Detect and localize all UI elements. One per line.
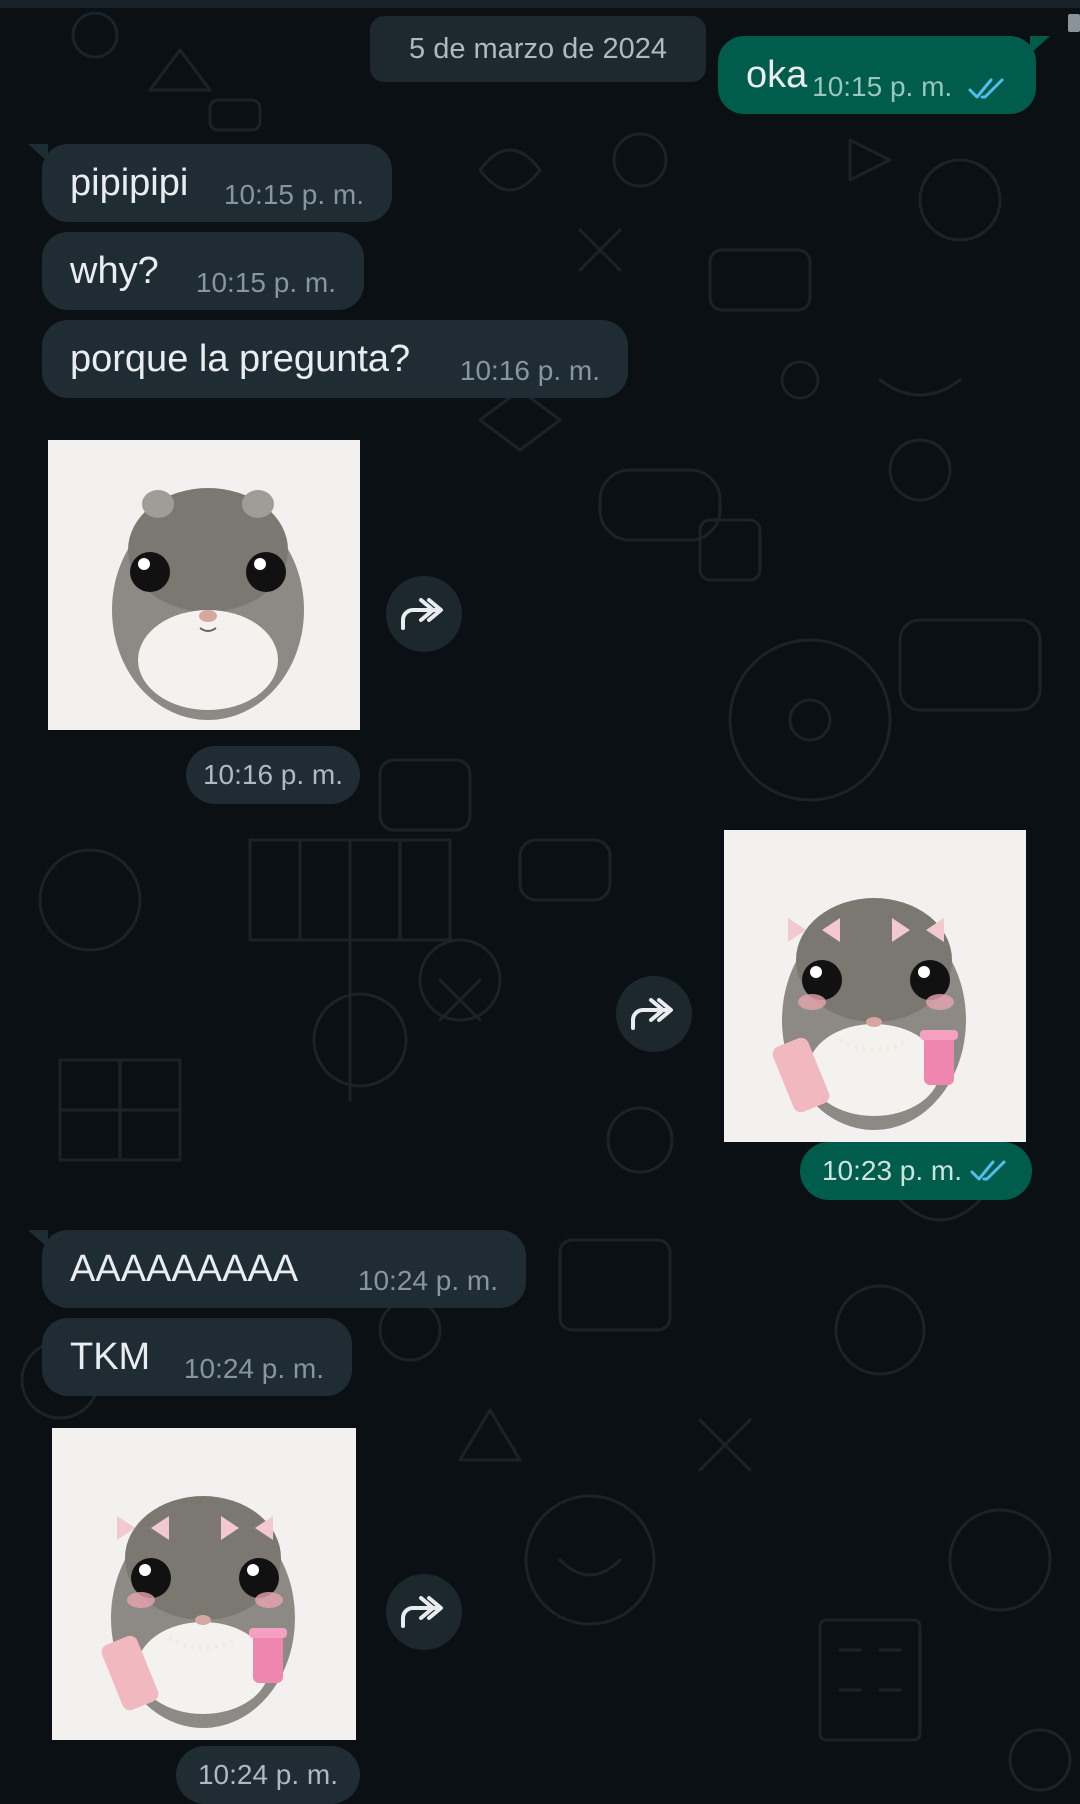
forward-arrow-icon bbox=[401, 598, 443, 630]
message-bubble-incoming[interactable]: pipipipi 10:15 p. m. bbox=[28, 144, 392, 222]
message-time: 10:16 p. m. bbox=[459, 355, 600, 386]
sticker-image[interactable] bbox=[48, 440, 360, 730]
message-bubble-outgoing[interactable]: oka 10:15 p. m. bbox=[718, 36, 1050, 114]
sticker-image[interactable] bbox=[52, 1428, 356, 1740]
sticker-time: 10:23 p. m. bbox=[800, 1142, 1032, 1200]
message-time: 10:24 p. m. bbox=[357, 1265, 498, 1296]
date-separator: 5 de marzo de 2024 bbox=[370, 16, 706, 82]
forward-arrow-icon bbox=[401, 1596, 443, 1628]
message-bubble-incoming[interactable]: porque la pregunta? 10:16 p. m. bbox=[42, 320, 628, 398]
message-time: 10:15 p. m. bbox=[812, 47, 1008, 103]
message-text: TKM bbox=[70, 1335, 151, 1378]
message-text: oka bbox=[746, 53, 808, 96]
scrollbar-thumb[interactable] bbox=[1068, 14, 1080, 32]
sticker-time: 10:16 p. m. bbox=[186, 746, 360, 804]
forward-button[interactable] bbox=[386, 1574, 462, 1650]
forward-arrow-icon bbox=[631, 998, 673, 1030]
message-time: 10:24 p. m. bbox=[183, 1353, 324, 1384]
sticker-image[interactable] bbox=[724, 830, 1026, 1142]
message-text: AAAAAAAAA bbox=[70, 1247, 299, 1290]
hamster-bows-sticker bbox=[772, 898, 966, 1130]
message-bubble-incoming[interactable]: TKM 10:24 p. m. bbox=[42, 1318, 352, 1396]
message-text: why? bbox=[70, 249, 159, 292]
sad-hamster-sticker bbox=[112, 488, 304, 720]
forward-button[interactable] bbox=[386, 576, 462, 652]
double-check-icon bbox=[968, 78, 1004, 99]
message-time: 10:15 p. m. bbox=[223, 179, 364, 210]
message-bubble-incoming[interactable]: why? 10:15 p. m. bbox=[42, 232, 364, 310]
top-edge bbox=[0, 0, 1080, 8]
double-check-icon bbox=[970, 1160, 1006, 1181]
message-text: porque la pregunta? bbox=[70, 337, 411, 380]
message-text: pipipipi bbox=[70, 161, 189, 204]
sticker-time: 10:24 p. m. bbox=[176, 1746, 360, 1804]
message-time: 10:15 p. m. bbox=[195, 267, 336, 298]
hamster-bows-sticker bbox=[101, 1496, 295, 1728]
forward-button[interactable] bbox=[616, 976, 692, 1052]
message-bubble-incoming[interactable]: AAAAAAAAA 10:24 p. m. bbox=[28, 1230, 526, 1308]
